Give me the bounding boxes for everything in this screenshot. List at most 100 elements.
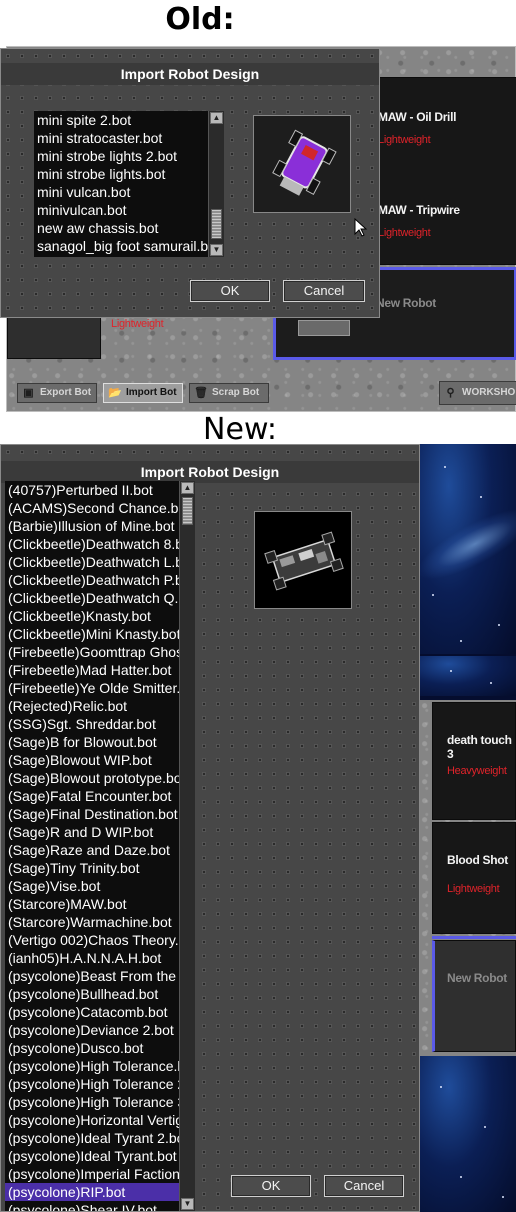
list-scrollbar[interactable]: ▲ ▼ (208, 111, 224, 257)
old-import-dialog: Import Robot Design mini spite 2.bot min… (0, 48, 380, 318)
list-item[interactable]: (Clickbeetle)Mini Knasty.bot (5, 625, 195, 643)
list-item[interactable]: new aw chassis.bot (34, 219, 224, 237)
list-item[interactable]: minivulcan.bot (34, 201, 224, 219)
list-item[interactable]: (Clickbeetle)Deathwatch Q.bot (5, 589, 195, 607)
trash-can-icon: 🗑 (194, 387, 208, 399)
list-item[interactable]: (Firebeetle)Mad Hatter.bot (5, 661, 195, 679)
list-item[interactable]: (Sage)Fatal Encounter.bot (5, 787, 195, 805)
list-item[interactable]: (Sage)R and D WIP.bot (5, 823, 195, 841)
cancel-button[interactable]: Cancel (324, 1175, 404, 1197)
list-item[interactable]: (Rejected)Relic.bot (5, 697, 195, 715)
scroll-thumb[interactable] (211, 209, 222, 239)
robot-card-weight: Lightweight (378, 134, 431, 146)
import-bot-button[interactable]: 📂 Import Bot (103, 383, 183, 403)
robot-file-list-items: (40757)Perturbed II.bot (ACAMS)Second Cha… (5, 481, 195, 1211)
list-item[interactable]: (psycolone)Imperial Faction.bot (5, 1165, 195, 1183)
workshop-button[interactable]: ⚲ WORKSHOP (439, 381, 516, 405)
list-item[interactable]: (Vertigo 002)Chaos Theory.bot (5, 931, 195, 949)
robot-card[interactable]: death touch 3 Heavyweight (432, 702, 516, 820)
list-item[interactable]: (psycolone)Horizontal Vertigo.bot (5, 1111, 195, 1129)
list-scrollbar[interactable]: ▲ ▼ (179, 481, 195, 1211)
new-import-dialog: Import Robot Design (40757)Perturbed II.… (0, 444, 420, 1212)
floppy-disk-icon: ▣ (23, 387, 34, 399)
cancel-button[interactable]: Cancel (283, 280, 365, 302)
robot-card-weight: Lightweight (378, 227, 431, 239)
list-item-selected[interactable]: (psycolone)RIP.bot (5, 1183, 195, 1201)
list-item[interactable]: (Sage)Tiny Trinity.bot (5, 859, 195, 877)
new-robot-label: New Robot (447, 971, 507, 985)
scroll-thumb[interactable] (182, 497, 193, 525)
list-item[interactable]: (Firebeetle)Ye Olde Smitter.bot (5, 679, 195, 697)
list-item[interactable]: (Sage)Blowout WIP.bot (5, 751, 195, 769)
comet-glow (420, 495, 516, 593)
export-bot-label: Export Bot (40, 387, 92, 398)
list-item[interactable]: (ACAMS)Second Chance.bot (5, 499, 195, 517)
list-item[interactable]: sanagol_big foot samurail.bot (34, 237, 224, 255)
list-item[interactable]: (Firebeetle)Goomttrap Ghost.bot (5, 643, 195, 661)
list-item[interactable]: (psycolone)Shear IV.bot (5, 1201, 195, 1211)
list-item[interactable]: (ianh05)H.A.N.N.A.H.bot (5, 949, 195, 967)
robot-file-list[interactable]: mini spite 2.bot mini stratocaster.bot m… (34, 111, 224, 257)
list-item[interactable]: (Starcore)MAW.bot (5, 895, 195, 913)
robot-card-weight: Heavyweight (447, 765, 507, 777)
list-item[interactable]: (40757)Perturbed II.bot (5, 481, 195, 499)
robot-file-list[interactable]: (40757)Perturbed II.bot (ACAMS)Second Cha… (5, 481, 195, 1211)
robot-card-title[interactable]: MAW - Tripwire (378, 203, 460, 217)
list-item[interactable]: (SSG)Sgt. Shreddar.bot (5, 715, 195, 733)
list-item[interactable]: mini strobe lights 2.bot (34, 147, 224, 165)
robot-card[interactable]: Blood Shot Lightweight (432, 822, 516, 934)
wrench-icon: ⚲ (446, 387, 455, 399)
list-item[interactable]: (Sage)Final Destination.bot (5, 805, 195, 823)
robot-preview (253, 115, 351, 213)
list-item[interactable]: mini strobe lights.bot (34, 165, 224, 183)
list-item[interactable]: (Sage)Vise.bot (5, 877, 195, 895)
robot-silhouette-icon (298, 320, 350, 336)
space-backdrop (420, 444, 516, 654)
new-robot-label: New Robot (376, 296, 436, 310)
list-item[interactable]: (Clickbeetle)Deathwatch L.bot (5, 553, 195, 571)
list-item[interactable]: (psycolone)Ideal Tyrant 2.bot (5, 1129, 195, 1147)
export-bot-button[interactable]: ▣ Export Bot (17, 383, 97, 403)
robot-card-weight: Lightweight (447, 883, 500, 895)
list-item[interactable]: (Starcore)Warmachine.bot (5, 913, 195, 931)
scroll-down-arrow-icon[interactable]: ▼ (181, 1198, 194, 1210)
list-item[interactable]: mini vulcan.bot (34, 183, 224, 201)
list-item[interactable]: (psycolone)High Tolerance 3.bot (5, 1093, 195, 1111)
robot-preview (254, 511, 352, 609)
robot-card-title[interactable]: MAW - Oil Drill (378, 110, 456, 124)
list-item[interactable]: mini spite 2.bot (34, 111, 224, 129)
list-item[interactable]: (psycolone)High Tolerance.bot (5, 1057, 195, 1075)
mouse-pointer-icon (354, 218, 368, 237)
robot-preview-image (264, 531, 344, 591)
robot-card-title[interactable]: Blood Shot (447, 853, 508, 867)
dialog-title: Import Robot Design (1, 63, 379, 85)
scroll-down-arrow-icon[interactable]: ▼ (210, 244, 223, 256)
folder-open-icon: 📂 (108, 387, 122, 399)
list-item[interactable]: (Sage)B for Blowout.bot (5, 733, 195, 751)
list-item[interactable]: (psycolone)Bullhead.bot (5, 985, 195, 1003)
ok-button[interactable]: OK (190, 280, 270, 302)
ok-button[interactable]: OK (231, 1175, 311, 1197)
old-heading: Old: (165, 2, 235, 37)
list-item[interactable]: (Clickbeetle)Deathwatch P.bot (5, 571, 195, 589)
list-item[interactable]: (psycolone)Beast From the East.bot (5, 967, 195, 985)
space-strip (420, 656, 516, 696)
new-robot-slot[interactable]: New Robot (432, 940, 516, 1052)
list-item[interactable]: (psycolone)Dusco.bot (5, 1039, 195, 1057)
list-item[interactable]: (Sage)Raze and Daze.bot (5, 841, 195, 859)
robot-card-title[interactable]: death touch 3 (447, 733, 515, 761)
list-item[interactable]: (psycolone)Ideal Tyrant.bot (5, 1147, 195, 1165)
scroll-up-arrow-icon[interactable]: ▲ (210, 112, 223, 124)
scrap-bot-button[interactable]: 🗑 Scrap Bot (189, 383, 269, 403)
list-item[interactable]: (psycolone)Catacomb.bot (5, 1003, 195, 1021)
list-item[interactable]: (Barbie)Illusion of Mine.bot (5, 517, 195, 535)
list-item[interactable]: mini stratocaster.bot (34, 129, 224, 147)
list-item[interactable]: (psycolone)Deviance 2.bot (5, 1021, 195, 1039)
stone-frame: death touch 3 Heavyweight Blood Shot Lig… (420, 700, 516, 1060)
list-item[interactable]: (Clickbeetle)Deathwatch 8.bot (5, 535, 195, 553)
list-item[interactable]: (Sage)Blowout prototype.bot (5, 769, 195, 787)
list-item[interactable]: (psycolone)High Tolerance 2.bot (5, 1075, 195, 1093)
list-item[interactable]: (Clickbeetle)Knasty.bot (5, 607, 195, 625)
scroll-up-arrow-icon[interactable]: ▲ (181, 482, 194, 494)
import-bot-label: Import Bot (126, 387, 177, 398)
